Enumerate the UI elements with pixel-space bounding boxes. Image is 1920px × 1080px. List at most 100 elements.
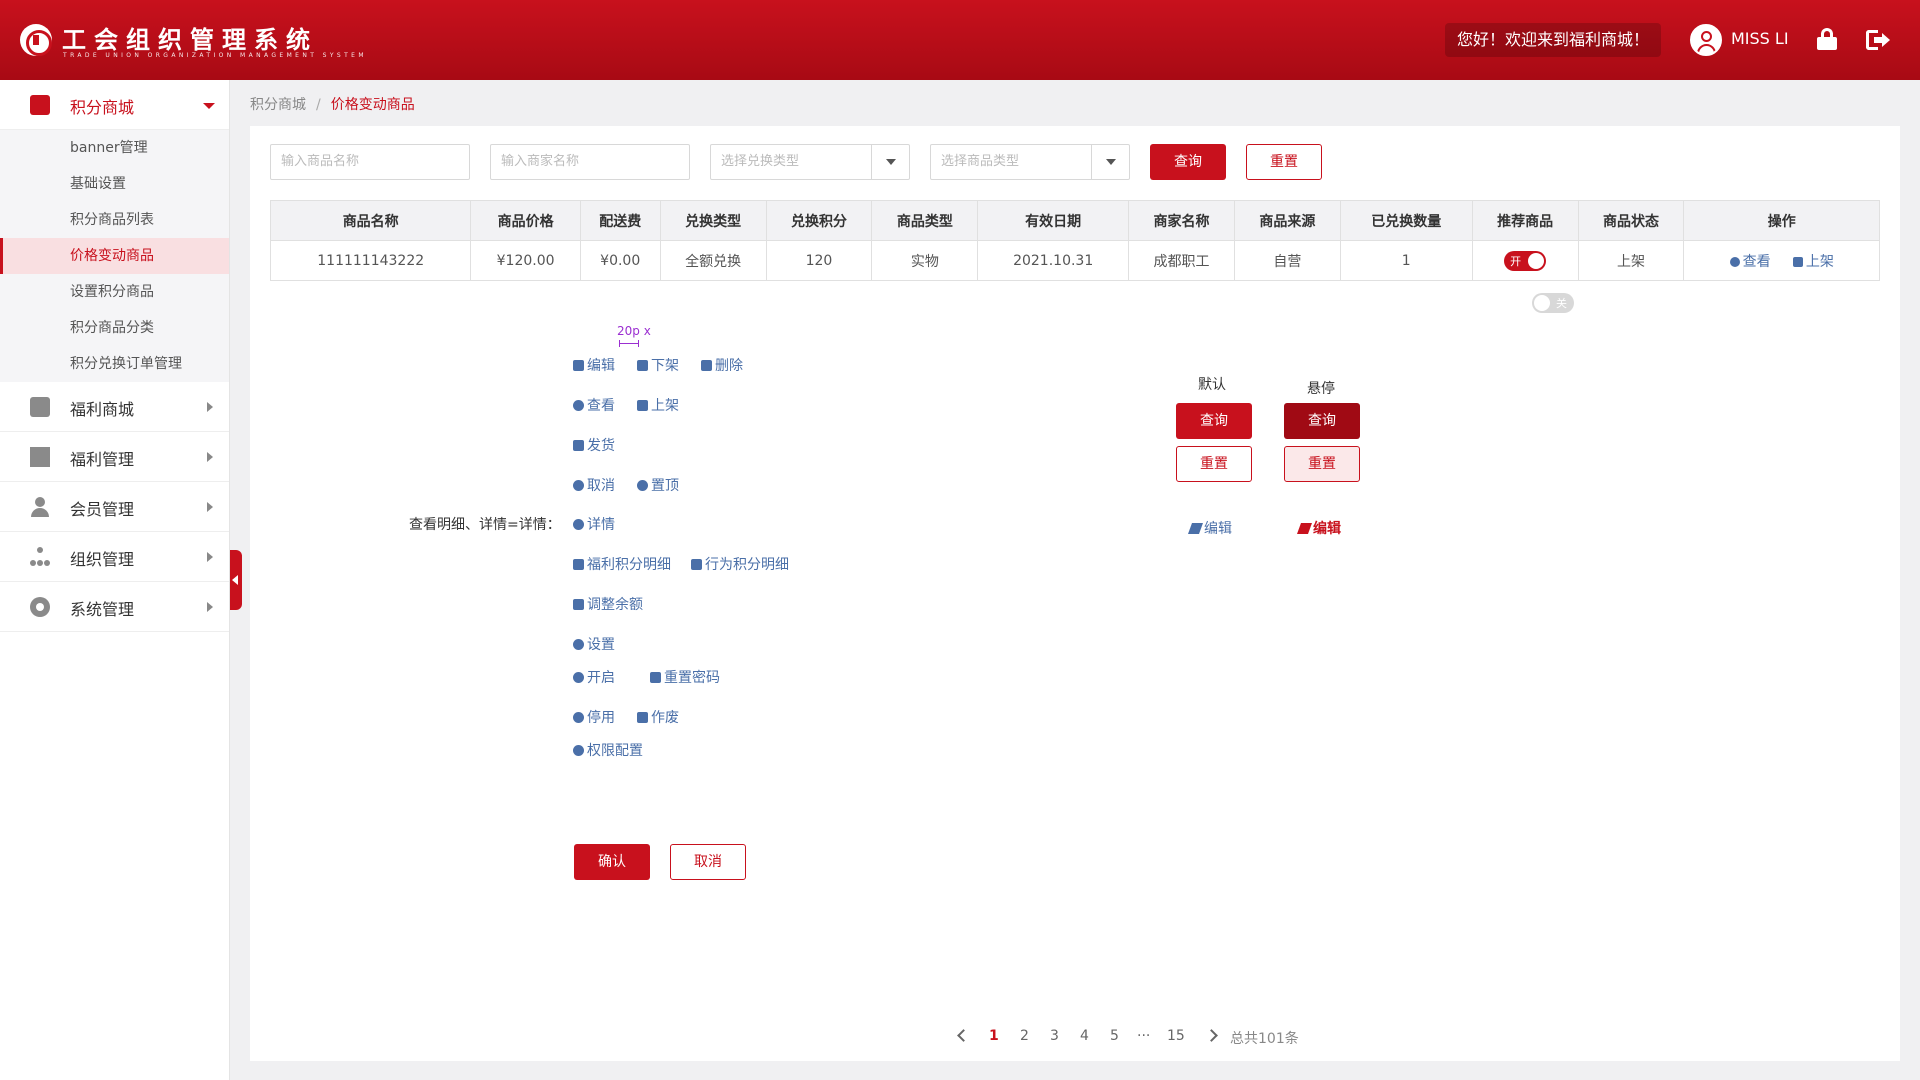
lock-icon [650, 672, 661, 683]
cancel-action[interactable]: 取消 [573, 475, 615, 495]
void-action[interactable]: 作废 [637, 707, 679, 727]
action-label: 停用 [587, 710, 615, 726]
spacing-annotation-line [619, 340, 639, 347]
reset-button-default[interactable]: 重置 [1176, 446, 1252, 482]
search-button-hover[interactable]: 查询 [1284, 403, 1360, 439]
col-header: 已兑换数量 [1339, 200, 1473, 241]
logout-icon[interactable] [1866, 30, 1890, 50]
sidebar-group-points-mall[interactable]: 积分商城 [0, 80, 229, 130]
box-icon [1792, 256, 1803, 267]
reset-button-hover[interactable]: 重置 [1284, 446, 1360, 482]
cell-status: 上架 [1577, 240, 1685, 281]
pin-top-action[interactable]: 置顶 [637, 475, 679, 495]
disable-action[interactable]: 停用 [573, 707, 615, 727]
sidebar-item-points-products[interactable]: 积分商品列表 [0, 202, 229, 238]
page-4[interactable]: 4 [1080, 1028, 1089, 1044]
shelf-action[interactable]: 上架 [1792, 254, 1834, 270]
page-ellipsis: ··· [1137, 1028, 1151, 1044]
action-label: 编辑 [587, 358, 615, 374]
welcome-message: 您好！欢迎来到福利商城！ [1445, 23, 1662, 57]
user-name[interactable]: MISS LI [1731, 29, 1789, 48]
reset-button[interactable]: 重置 [1246, 144, 1322, 180]
lock-icon[interactable] [1817, 28, 1837, 50]
pencil-icon [1187, 523, 1204, 534]
settings-action[interactable]: 设置 [573, 634, 615, 654]
view-label: 查看 [1742, 253, 1771, 270]
database-icon [691, 559, 702, 570]
sidebar-item-price-change[interactable]: 价格变动商品 [0, 238, 229, 274]
welfare-points-detail-action[interactable]: 福利积分明细 [573, 554, 671, 574]
page-2[interactable]: 2 [1020, 1028, 1029, 1044]
caret-down-icon [1091, 145, 1129, 179]
box-icon [637, 360, 648, 371]
action-label: 发货 [587, 438, 615, 454]
sidebar-group-members[interactable]: 会员管理 [0, 482, 229, 532]
search-button[interactable]: 查询 [1150, 144, 1226, 180]
close-circle-icon [573, 480, 584, 491]
sidebar-collapse-toggle[interactable] [230, 550, 242, 610]
chevron-right-icon [207, 602, 213, 612]
gear-icon [30, 597, 50, 617]
cell-price: ¥120.00 [470, 240, 581, 281]
sidebar-group-welfare-manage[interactable]: 福利管理 [0, 432, 229, 482]
sidebar-group-organization[interactable]: 组织管理 [0, 532, 229, 582]
detail-action[interactable]: 详情 [573, 514, 615, 534]
edit-action[interactable]: 编辑 [573, 355, 615, 375]
view-action[interactable]: 查看 [573, 395, 615, 415]
shelf-action[interactable]: 上架 [637, 395, 679, 415]
cell-exchanged: 1 [1339, 240, 1473, 281]
sidebar-group-welfare-mall[interactable]: 福利商城 [0, 382, 229, 432]
sidebar-item-exchange-orders[interactable]: 积分兑换订单管理 [0, 346, 229, 382]
sidebar-item-points-category[interactable]: 积分商品分类 [0, 310, 229, 346]
permission-config-action[interactable]: 权限配置 [573, 740, 643, 760]
edit-link-default[interactable]: 编辑 [1187, 518, 1232, 538]
avatar[interactable] [1690, 24, 1722, 56]
adjust-balance-action[interactable]: 调整余额 [573, 594, 643, 614]
breadcrumb-separator: / [316, 97, 321, 113]
breadcrumb-root[interactable]: 积分商城 [250, 97, 306, 113]
product-name-input[interactable]: 输入商品名称 [270, 144, 470, 180]
action-label: 取消 [587, 478, 615, 494]
merchant-name-input[interactable]: 输入商家名称 [490, 144, 690, 180]
enable-action[interactable]: 开启 [573, 667, 615, 687]
edit-link-hover[interactable]: 编辑 [1296, 518, 1341, 538]
void-doc-icon [637, 712, 648, 723]
delete-action[interactable]: 删除 [701, 355, 743, 375]
reset-password-action[interactable]: 重置密码 [650, 667, 720, 687]
col-header: 推荐商品 [1471, 200, 1579, 241]
page-5[interactable]: 5 [1110, 1028, 1119, 1044]
sidebar-item-banner[interactable]: banner管理 [0, 130, 229, 166]
action-label: 开启 [587, 670, 615, 686]
sidebar-item-set-points-product[interactable]: 设置积分商品 [0, 274, 229, 310]
col-header: 兑换类型 [659, 200, 767, 241]
cancel-button[interactable]: 取消 [670, 844, 746, 880]
union-logo-icon [20, 24, 52, 56]
view-action[interactable]: 查看 [1729, 253, 1771, 270]
eye-icon [1729, 256, 1740, 267]
confirm-button[interactable]: 确认 [574, 844, 650, 880]
chevron-right-icon [207, 402, 213, 412]
pencil-icon [573, 360, 584, 371]
sidebar-group-system[interactable]: 系统管理 [0, 582, 229, 632]
page-3[interactable]: 3 [1050, 1028, 1059, 1044]
unshelf-action[interactable]: 下架 [637, 355, 679, 375]
cell-points: 120 [765, 240, 873, 281]
page-15[interactable]: 15 [1167, 1028, 1185, 1044]
sidebar-group-label: 积分商城 [70, 98, 135, 117]
search-button-default[interactable]: 查询 [1176, 403, 1252, 439]
price-change-table: 商品名称 商品价格 配送费 兑换类型 兑换积分 商品类型 有效日期 商家名称 商… [269, 200, 1880, 281]
toggle-off[interactable]: 关 [1532, 293, 1574, 313]
edit-label: 编辑 [1204, 521, 1232, 537]
default-state-title: 默认 [1198, 377, 1226, 393]
shop-bag-icon [30, 95, 50, 115]
cell-exchange-type: 全额兑换 [659, 240, 767, 281]
page-1[interactable]: 1 [989, 1028, 999, 1044]
behavior-points-detail-action[interactable]: 行为积分明细 [691, 554, 789, 574]
sidebar-item-basic-settings[interactable]: 基础设置 [0, 166, 229, 202]
recommend-toggle[interactable]: 开 [1504, 250, 1547, 271]
gear-icon [573, 639, 584, 650]
ship-action[interactable]: 发货 [573, 435, 615, 455]
product-type-select[interactable]: 选择商品类型 [930, 144, 1130, 180]
exchange-type-select[interactable]: 选择兑换类型 [710, 144, 910, 180]
app-subtitle: TRADE UNION ORGANIZATION MANAGEMENT SYST… [63, 52, 367, 59]
